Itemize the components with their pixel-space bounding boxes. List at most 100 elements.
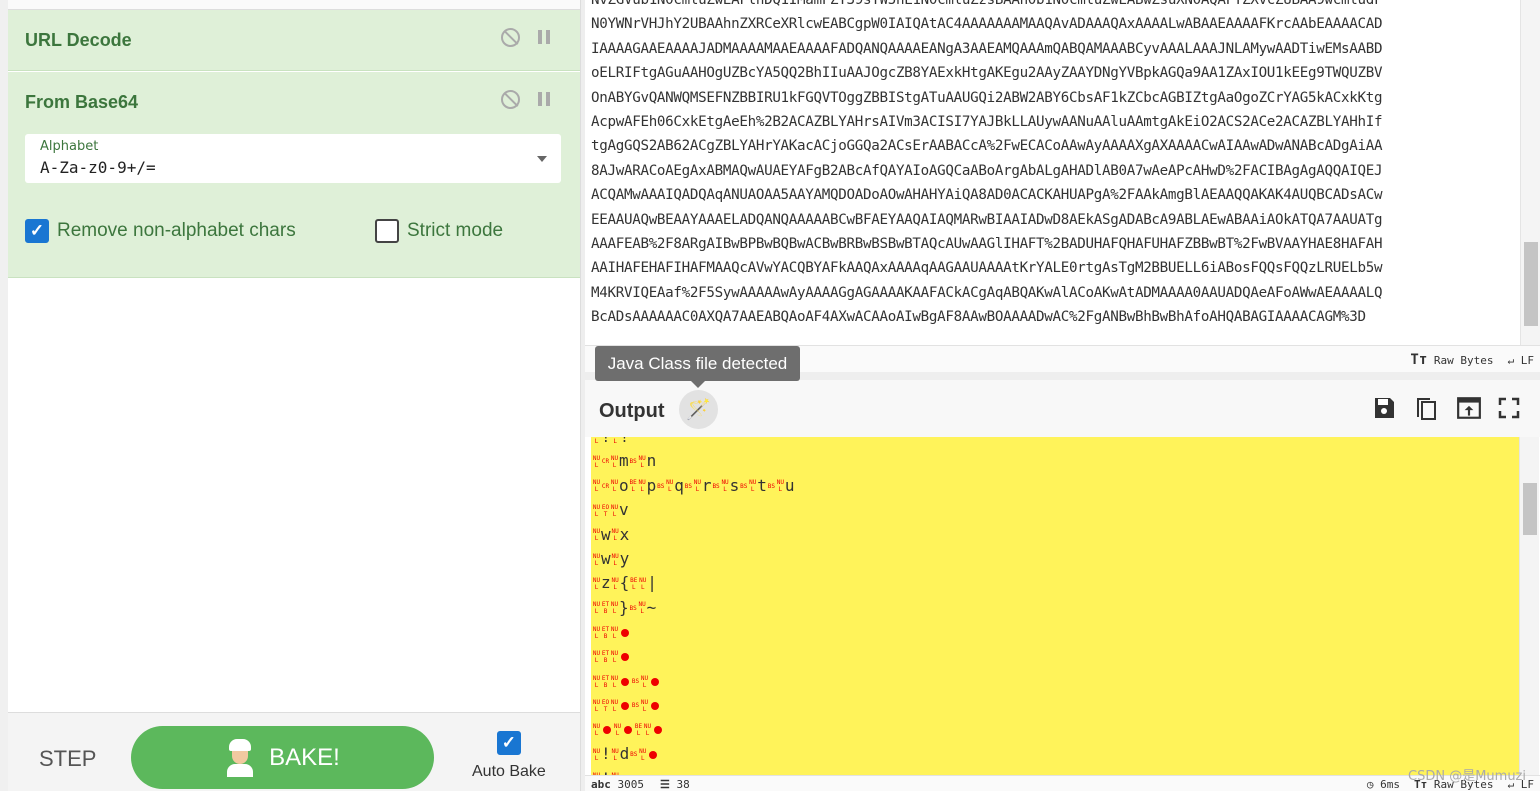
input-line: EEAAUAQwBEAAYAAAELADQANQAAAAABCwBFAEYAAQ… [591,211,1383,228]
control-char: NUL [638,479,646,494]
output-line: NULEOTNUL v [592,498,794,522]
output-line: NULETBNUL [592,620,794,644]
output-line: NUL!NUL! [592,437,794,449]
output-line: NULETBNUL}BS NUL ~ [592,596,794,620]
output-title: Output [599,400,665,422]
operation-url-decode[interactable]: URL Decode [8,10,580,71]
control-char: NUL [612,437,619,445]
output-line: NUL wNUL y [592,547,794,571]
output-char: r [701,475,712,495]
maximize-icon[interactable] [1498,395,1522,421]
raw-bytes-toggle[interactable]: Tт Raw Bytes [1410,352,1493,368]
control-char: NUL [639,747,647,762]
control-char: NUL [640,698,649,713]
input-line: IAAAAGAAEAAAAJADMAAAAMAAEAAAAFADQANQAAAA… [591,40,1383,57]
alphabet-label: Alphabet [40,139,99,154]
clock-icon: ◷ [1366,778,1374,791]
output-char: { [619,573,630,593]
control-char: NUL [639,576,647,591]
control-char: NUL [592,698,601,713]
chef-icon [225,738,255,777]
control-char: NUL [592,747,601,762]
control-char: NUL [611,576,619,591]
control-char: NUL [592,528,601,543]
output-line: NULETBNUL [592,645,794,669]
copy-icon[interactable] [1414,395,1438,421]
watermark: CSDN @是Mumuzi [1408,769,1526,784]
output-line: NULNULBELNUL [592,718,794,742]
alphabet-value: A-Za-z0-9+/= [40,158,156,177]
control-char: BS [629,604,637,612]
control-char: NUL [638,454,646,469]
output-char: p [646,475,657,495]
output-char: | [647,573,657,593]
control-char: ETB [601,601,610,616]
input-text[interactable]: NvZGVub1N0cmluZwEAFlhDQ1IMamFZY39sYW5nL1… [591,0,1383,330]
output-char: z [601,573,611,593]
control-char: NUL [592,503,601,518]
control-char: NUL [611,747,619,762]
input-line: M4KRVIQEAaf%2F5SywAAAAAwAyAAAAGgAGAAAAKA… [591,284,1383,301]
input-scrollbar[interactable] [1520,0,1540,345]
unprintable-char [621,628,629,637]
unprintable-char [621,677,629,686]
unprintable-char [624,726,632,735]
output-char: y [619,549,630,569]
unprintable-char [621,701,629,710]
input-textarea[interactable]: NvZGVub1N0cmluZwEAFlhDQ1IMamFZY39sYW5nL1… [585,0,1540,345]
input-line: NvZGVub1N0cmluZwEAFlhDQ1IMamFZY39sYW5nL1… [591,0,1383,8]
disable-icon[interactable] [501,90,520,109]
output-line: NUL!NUL [592,767,794,775]
output-char: s [729,475,740,495]
control-char: NUL [610,698,619,713]
control-char: BS [629,458,637,466]
checkbox-unchecked-icon[interactable] [375,219,399,243]
control-char: NUL [593,437,600,445]
control-char: NUL [592,576,601,591]
disable-icon[interactable] [501,28,520,47]
magic-tooltip: Java Class file detected [595,346,800,388]
output-char: n [646,451,657,471]
output-char: m [619,451,629,471]
pause-icon[interactable] [538,92,552,108]
remove-non-alphabet-checkbox[interactable]: ✓ Remove non-alphabet chars [25,219,296,243]
replace-input-icon[interactable] [1456,395,1481,421]
control-char: BS [740,482,748,490]
eol-toggle[interactable]: ↵ LF [1508,354,1535,367]
output-status-bar: abc 3005 ☰ 38 ◷ 6ms Tт Raw Bytes ↵ LF [585,775,1540,791]
output-char: ! [601,744,611,764]
output-char: } [619,597,629,617]
output-textarea[interactable]: NUL!NUL!NULCRNULmBSNULnNULCRNULoBELNULpB… [591,437,1519,775]
save-icon[interactable] [1372,395,1396,421]
bake-label: BAKE! [269,743,340,771]
output-char: x [619,524,630,544]
output-char: u [784,475,795,495]
control-char: NUL [610,650,619,665]
auto-bake-checkbox[interactable]: ✓ Auto Bake [472,731,546,781]
control-char: NUL [610,601,619,616]
output-char: t [757,475,767,495]
control-char: NUL [610,503,619,518]
control-char: BS [631,702,640,710]
bake-button[interactable]: BAKE! [131,726,434,789]
output-scrollbar[interactable] [1519,437,1539,775]
output-text[interactable]: NUL!NUL!NULCRNULmBSNULnNULCRNULoBELNULpB… [592,437,795,775]
input-line: oELRIFtgAGuAAHOgUZBcYA5QQ2BhIIuAAJOgcZB8… [591,65,1383,82]
control-char: NUL [610,479,619,494]
operation-title: URL Decode [25,30,132,50]
output-line: NUL CR NUL mBS NUL n [592,449,794,473]
bake-bar: STEP BAKE! ✓ Auto Bake [8,712,580,791]
magic-wand-icon[interactable]: 🪄 [679,390,718,429]
checkbox-checked-icon[interactable]: ✓ [25,219,49,243]
operation-from-base64[interactable]: From Base64 Alphabet A-Za-z0-9+/= ✓ Remo… [8,72,580,278]
recipe-panel: URL Decode From Base64 Alphabet A-Za-z0-… [0,0,580,791]
input-line: ACQAMwAAAIQADQAqANUAOAA5AAYAMQDOADoAOwAH… [591,187,1383,204]
control-char: NUL [592,479,601,494]
output-line: NUL CR NUL oBELNUL pBS NUL qBS NUL rBS NUL sBS NUL t… [592,474,795,498]
unprintable-char [651,701,659,710]
alphabet-select[interactable]: Alphabet A-Za-z0-9+/= [25,134,561,183]
pause-icon[interactable] [538,30,552,46]
strict-mode-checkbox[interactable]: Strict mode [375,219,503,243]
step-button[interactable]: STEP [39,746,96,772]
checkbox-checked-icon[interactable]: ✓ [496,731,521,755]
